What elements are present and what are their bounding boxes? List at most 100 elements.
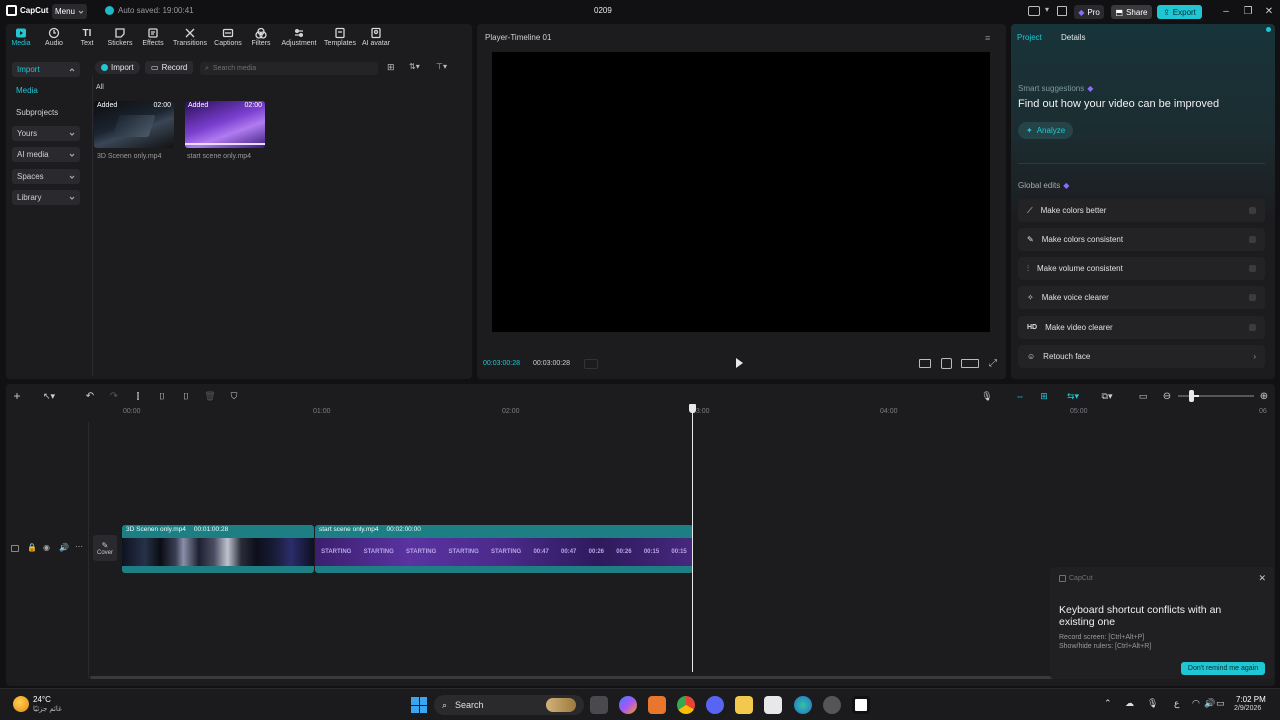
grid-view-icon[interactable]: ⊞ xyxy=(387,62,397,72)
settings-icon[interactable] xyxy=(823,696,841,714)
track-lock-icon[interactable] xyxy=(11,545,19,552)
tool-text[interactable]: TI Text xyxy=(69,27,105,48)
delete-right-icon[interactable]: ⌷ xyxy=(180,390,192,402)
minimize-icon[interactable]: – xyxy=(1216,4,1236,18)
layout-icon[interactable] xyxy=(1028,6,1040,16)
nav-yours[interactable]: Yours xyxy=(12,126,80,141)
more-icon[interactable]: ⋯ xyxy=(75,542,83,551)
app-a-icon[interactable] xyxy=(648,696,666,714)
menu-button[interactable]: Menu xyxy=(52,4,87,19)
edit-retouch-face[interactable]: ☺ Retouch face › xyxy=(1018,345,1265,368)
edge-icon[interactable] xyxy=(794,696,812,714)
timeline-grid-icon[interactable] xyxy=(584,359,598,369)
tab-project[interactable]: Project xyxy=(1017,33,1042,42)
media-item[interactable]: Added 02:00 3D Scenen only.mp4 xyxy=(94,101,174,160)
preview-axis-icon[interactable]: ⧉▾ xyxy=(1096,390,1118,402)
task-view-icon[interactable] xyxy=(590,696,608,714)
export-button[interactable]: ⇪ Export xyxy=(1157,5,1202,19)
popup-close-icon[interactable]: ✕ xyxy=(1258,573,1266,584)
weather-icon[interactable] xyxy=(13,696,29,712)
edit-make-colors-better[interactable]: ⟋ Make colors better xyxy=(1018,199,1265,222)
fullscreen-icon[interactable]: ⤢ xyxy=(989,358,1000,369)
edit-make-voice-clearer[interactable]: ✧ Make voice clearer xyxy=(1018,286,1265,309)
language-indicator[interactable]: ع xyxy=(1174,698,1179,709)
lock-icon[interactable]: 🔒 xyxy=(27,543,37,552)
split-icon[interactable]: ⫿ xyxy=(132,390,144,402)
copilot-icon[interactable] xyxy=(619,696,637,714)
edit-make-video-clearer[interactable]: HD Make video clearer xyxy=(1018,316,1265,339)
discord-icon[interactable] xyxy=(706,696,724,714)
tool-media[interactable]: Media xyxy=(3,27,39,47)
tool-filters[interactable]: Filters xyxy=(243,27,279,47)
chrome-icon[interactable] xyxy=(677,696,695,714)
delete-left-icon[interactable]: ⌷ xyxy=(156,390,168,402)
link-icon[interactable]: ⇔ xyxy=(1014,390,1026,402)
share-button[interactable]: ⬒ Share xyxy=(1111,5,1152,19)
edit-make-volume-consistent[interactable]: ⫶ Make volume consistent xyxy=(1018,257,1265,280)
speaker-icon[interactable]: 🔊 xyxy=(59,543,69,552)
tool-audio[interactable]: Audio xyxy=(36,27,72,47)
select-tool-icon[interactable]: ↖▾ xyxy=(38,390,60,402)
maximize-icon[interactable]: ❐ xyxy=(1238,4,1258,18)
add-track-icon[interactable]: + xyxy=(11,389,23,403)
undo-icon[interactable]: ↶ xyxy=(84,390,96,402)
redo-icon[interactable]: ↷ xyxy=(108,390,120,402)
toggle-indicator[interactable] xyxy=(1249,265,1256,272)
cover-button[interactable]: ✎ Cover xyxy=(93,535,117,561)
microphone-icon[interactable]: 🎙 xyxy=(981,390,993,402)
tool-stickers[interactable]: Stickers xyxy=(102,27,138,47)
nav-subprojects[interactable]: Subprojects xyxy=(16,108,58,117)
shield-icon[interactable]: ⛉ xyxy=(228,390,240,402)
caption-track-icon[interactable]: ▭ xyxy=(1137,390,1149,402)
ratio-icon[interactable] xyxy=(919,359,931,368)
magnet-icon[interactable]: ⊞ xyxy=(1038,390,1050,402)
zoom-fit-icon[interactable] xyxy=(941,358,952,369)
battery-icon[interactable]: ▭ xyxy=(1216,698,1225,709)
nav-library[interactable]: Library xyxy=(12,190,80,205)
nav-media[interactable]: Media xyxy=(16,86,38,95)
nav-ai-media[interactable]: AI media xyxy=(12,147,80,162)
clock-date[interactable]: 2/9/2026 xyxy=(1234,705,1261,712)
filter-all-tab[interactable]: All xyxy=(96,84,104,91)
volume-icon[interactable]: 🔊 xyxy=(1204,698,1215,709)
chevron-up-icon[interactable]: ⌃ xyxy=(1104,698,1112,709)
playhead-handle[interactable] xyxy=(689,404,696,413)
eye-icon[interactable]: ◉ xyxy=(43,543,50,552)
media-item[interactable]: Added 02:00 start scene only.mp4 xyxy=(185,101,265,160)
capcut-taskbar-icon[interactable] xyxy=(852,696,870,714)
record-button[interactable]: ▭ Record xyxy=(145,61,194,74)
quality-icon[interactable] xyxy=(961,359,979,368)
playhead-line[interactable] xyxy=(692,406,693,672)
dont-remind-button[interactable]: Don't remind me again xyxy=(1181,662,1265,675)
edit-make-colors-consistent[interactable]: ✎ Make colors consistent xyxy=(1018,228,1265,251)
toggle-indicator[interactable] xyxy=(1249,207,1256,214)
snap-icon[interactable]: ⇆▾ xyxy=(1062,390,1084,402)
window-icon[interactable] xyxy=(1057,6,1067,16)
windows-start-icon[interactable] xyxy=(410,696,428,714)
tool-effects[interactable]: Effects xyxy=(135,27,171,47)
video-preview[interactable] xyxy=(492,52,990,332)
tool-adjustment[interactable]: Adjustment xyxy=(281,27,317,47)
zoom-slider-handle[interactable] xyxy=(1189,390,1194,402)
tab-details[interactable]: Details xyxy=(1061,33,1085,42)
tool-templates[interactable]: Templates xyxy=(322,27,358,47)
nav-spaces[interactable]: Spaces xyxy=(12,169,80,184)
horizontal-scrollbar[interactable] xyxy=(90,676,1060,679)
sort-icon[interactable]: ⇅▾ xyxy=(409,62,427,72)
toggle-indicator[interactable] xyxy=(1249,294,1256,301)
pro-button[interactable]: ◆ Pro xyxy=(1074,5,1104,19)
clock-time[interactable]: 7:02 PM xyxy=(1236,695,1266,704)
close-icon[interactable]: ✕ xyxy=(1259,4,1279,18)
file-explorer-icon[interactable] xyxy=(735,696,753,714)
nav-import[interactable]: Import xyxy=(12,62,80,77)
tool-transitions[interactable]: Transitions xyxy=(172,27,208,47)
tool-ai-avatar[interactable]: AI avatar xyxy=(358,27,394,47)
taskbar-search[interactable]: ⌕ Search xyxy=(434,695,584,715)
play-icon[interactable] xyxy=(736,358,743,368)
toggle-indicator[interactable] xyxy=(1249,236,1256,243)
tool-captions[interactable]: Captions xyxy=(210,27,246,47)
timeline-clip-2[interactable]: start scene only.mp4 00:02:00:00 STARTIN… xyxy=(315,525,693,573)
project-name[interactable]: 0209 xyxy=(594,6,612,15)
hamburger-menu-icon[interactable]: ≡ xyxy=(985,33,990,43)
analyze-button[interactable]: ✦ Analyze xyxy=(1018,122,1074,139)
